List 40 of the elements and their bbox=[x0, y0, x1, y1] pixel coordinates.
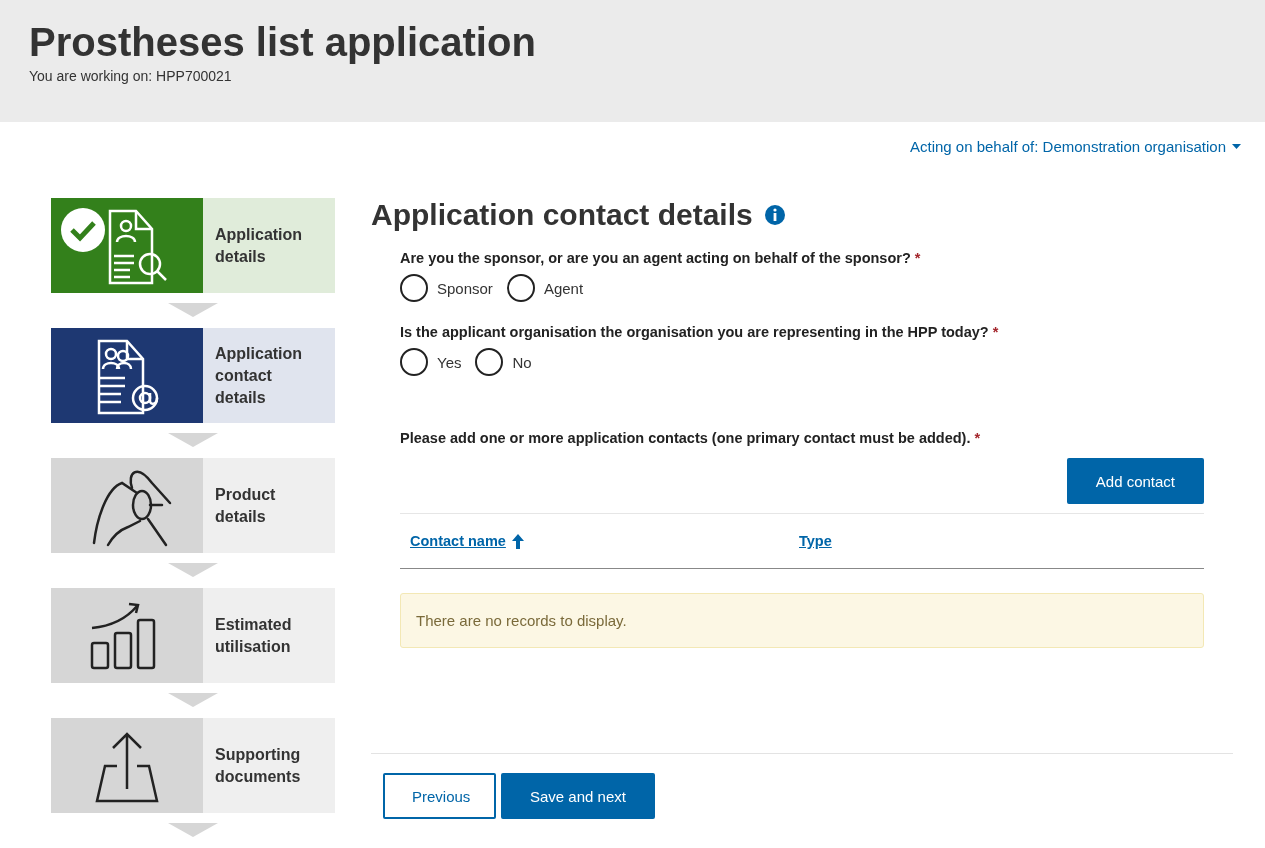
step-arrow-icon bbox=[168, 563, 218, 577]
working-on-text: You are working on: HPP700021 bbox=[29, 68, 233, 84]
acting-on-behalf-menu[interactable]: Acting on behalf of: Demonstration organisation bbox=[909, 134, 1241, 158]
step-arrow-icon bbox=[168, 433, 218, 447]
radio-label[interactable]: No bbox=[512, 353, 532, 371]
column-header[interactable]: Type bbox=[799, 514, 1204, 568]
radio-label[interactable]: Yes bbox=[437, 353, 462, 371]
previous-button[interactable]: Previous bbox=[383, 773, 496, 819]
question-label: Is the applicant organisation the organisation you are representing in the HPP today? bbox=[400, 324, 989, 340]
check-circle-icon bbox=[61, 208, 105, 252]
step-label: Application details bbox=[203, 198, 335, 293]
empty-table-message: There are no records to display. bbox=[400, 593, 1204, 648]
sort-up-icon bbox=[511, 533, 524, 549]
step-label: Application contact details bbox=[203, 328, 335, 423]
page-title: Prostheses list application bbox=[29, 19, 537, 66]
required-mark: * bbox=[992, 324, 999, 340]
step-label: Estimated utilisation bbox=[203, 588, 335, 683]
required-mark: * bbox=[914, 250, 921, 266]
radio-button[interactable] bbox=[400, 274, 428, 302]
required-mark: * bbox=[974, 430, 981, 446]
info-icon[interactable] bbox=[764, 205, 785, 225]
step-label: Supporting documents bbox=[203, 718, 335, 813]
radio-label[interactable]: Agent bbox=[543, 279, 584, 297]
radio-button[interactable] bbox=[506, 274, 535, 302]
step-label: Product details bbox=[203, 458, 335, 553]
column-header-link[interactable]: Contact name bbox=[410, 533, 506, 549]
step-arrow-icon bbox=[168, 823, 218, 837]
step-arrow-icon bbox=[168, 693, 218, 707]
radio-button[interactable] bbox=[400, 348, 428, 376]
radio-label[interactable]: Sponsor bbox=[437, 279, 493, 297]
caret-icon bbox=[1232, 143, 1241, 149]
column-header[interactable]: Contact name bbox=[400, 514, 799, 568]
column-header-link[interactable]: Type bbox=[799, 533, 832, 549]
contacts-label: Please add one or more application contacts (one primary contact must be added). bbox=[400, 430, 971, 446]
add-contact-button[interactable]: Add contact bbox=[1066, 458, 1204, 504]
step-arrow-icon bbox=[168, 303, 218, 317]
radio-button[interactable] bbox=[475, 348, 504, 376]
question-label: Are you the sponsor, or are you an agent acting on behalf of the sponsor? bbox=[400, 250, 911, 266]
save-and-next-button[interactable]: Save and next bbox=[501, 773, 655, 819]
section-title: Application contact details bbox=[371, 197, 753, 233]
